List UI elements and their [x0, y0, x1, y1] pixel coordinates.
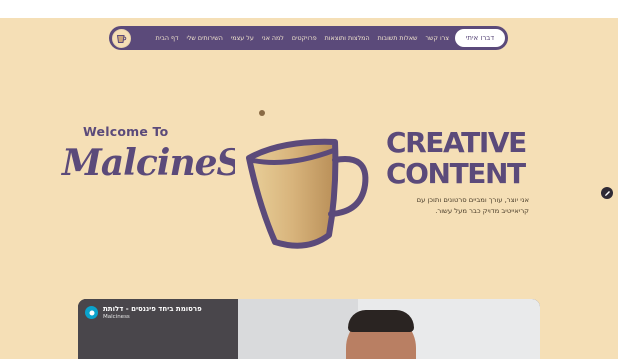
- brand-script-logo: MalcineSS: [60, 142, 235, 184]
- tagline-line-2: קריאייטיב מדויק כבר מעל עשור.: [435, 206, 529, 215]
- hero-headline: CREATIVE CONTENT: [386, 127, 536, 189]
- nav-item-projects[interactable]: פרויקטים: [292, 35, 317, 42]
- brand-wordmark: MalcineSS: [60, 142, 235, 184]
- main-navbar: דברו איתי צרו קשר שאלות תשובות המלצות ות…: [109, 26, 508, 50]
- video-channel-name[interactable]: Malciness: [103, 314, 130, 320]
- decorative-dot: [259, 110, 265, 116]
- nav-menu: צרו קשר שאלות תשובות המלצות ותוצאות פרוי…: [131, 35, 449, 42]
- nav-item-services[interactable]: השירותים שלי: [186, 35, 222, 42]
- nav-item-faq[interactable]: שאלות תשובות: [378, 35, 418, 42]
- video-title[interactable]: פרסומת ביחד פיננסים - דלותת: [103, 305, 202, 313]
- video-frame-mid: [238, 299, 358, 359]
- headline-line-1: CREATIVE: [386, 126, 527, 159]
- nav-item-about[interactable]: על עצמי: [231, 35, 254, 42]
- browser-top-strip: [0, 0, 618, 18]
- site-logo-icon[interactable]: [112, 28, 131, 48]
- coffee-mug-illustration: [246, 138, 369, 249]
- channel-avatar-icon[interactable]: [85, 306, 98, 319]
- tagline-line-1: אני יוצר, עורך ומביים סרטונים ותוכן עם: [416, 196, 529, 204]
- contact-me-button[interactable]: דברו איתי: [455, 29, 505, 47]
- nav-item-testimonials[interactable]: המלצות ותוצאות: [325, 35, 370, 42]
- pencil-icon: [604, 190, 610, 196]
- nav-item-why-me[interactable]: למה אני: [262, 35, 284, 42]
- nav-item-home[interactable]: דף הבית: [156, 35, 179, 42]
- video-player[interactable]: פרסומת ביחד פיננסים - דלותת Malciness: [78, 299, 540, 359]
- nav-item-contact[interactable]: צרו קשר: [426, 35, 450, 42]
- mug-logo-icon: [116, 34, 127, 43]
- headline-line-2: CONTENT: [386, 157, 526, 190]
- hero-tagline: אני יוצר, עורך ומביים סרטונים ותוכן עם ק…: [386, 195, 529, 216]
- edit-pencil-button[interactable]: [601, 187, 613, 199]
- channel-logo-icon: [89, 310, 94, 315]
- video-person-hair: [348, 310, 414, 332]
